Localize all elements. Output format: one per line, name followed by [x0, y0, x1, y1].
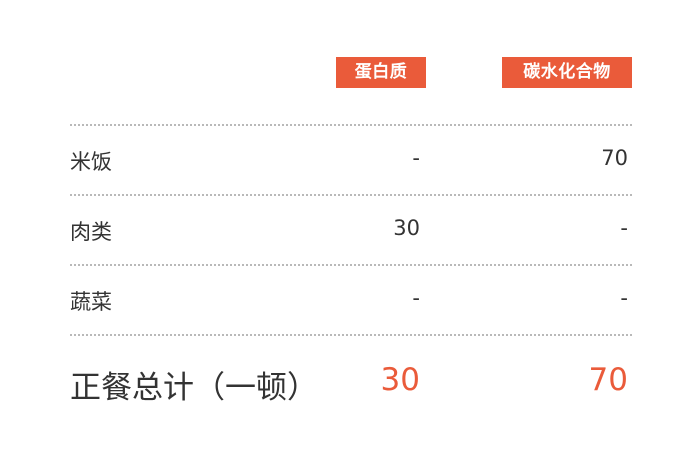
carbohydrate-value: -	[620, 216, 628, 240]
total-carbohydrate-value: 70	[588, 362, 628, 398]
header-protein-badge: 蛋白质	[336, 57, 426, 88]
protein-value: -	[412, 286, 420, 310]
row-label: 蔬菜	[70, 290, 112, 314]
row-label: 肉类	[70, 220, 112, 244]
protein-value: -	[412, 146, 420, 170]
row-divider	[70, 124, 632, 126]
row-label: 米饭	[70, 150, 112, 174]
row-divider	[70, 264, 632, 266]
carbohydrate-value: 70	[601, 146, 628, 170]
carbohydrate-value: -	[620, 286, 628, 310]
row-divider	[70, 334, 632, 336]
header-carbohydrate-badge: 碳水化合物	[502, 57, 632, 88]
protein-value: 30	[393, 216, 420, 240]
total-label: 正餐总计（一顿）	[70, 370, 318, 406]
row-divider	[70, 194, 632, 196]
total-protein-value: 30	[380, 362, 420, 398]
